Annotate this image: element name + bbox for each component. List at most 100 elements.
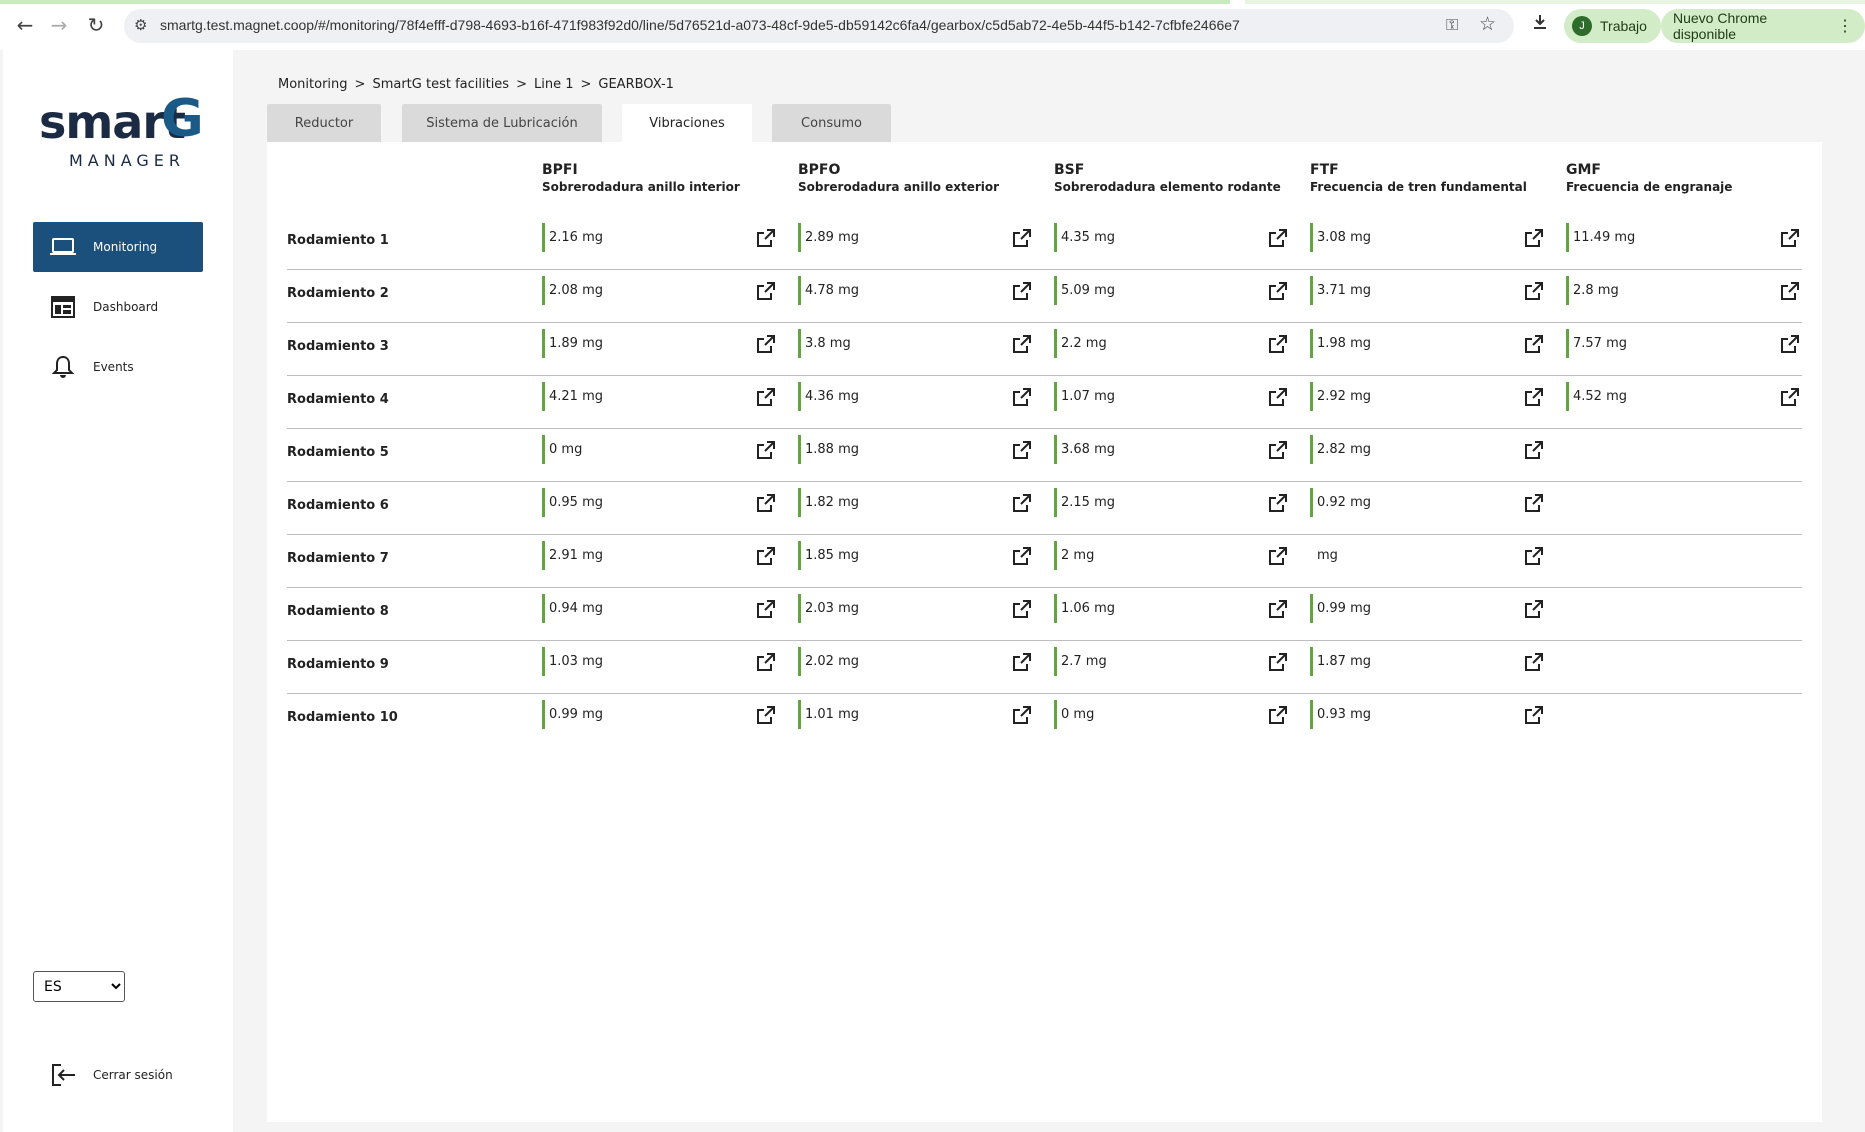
value-cell: 0.99 mg — [1310, 594, 1545, 624]
value-cell: 0 mg — [1054, 700, 1289, 730]
open-external-icon[interactable] — [1012, 493, 1032, 513]
open-external-icon[interactable] — [1524, 387, 1544, 407]
open-external-icon[interactable] — [1012, 387, 1032, 407]
open-external-icon[interactable] — [1524, 228, 1544, 248]
site-settings-icon[interactable]: ⚙ — [134, 16, 147, 34]
open-external-icon[interactable] — [756, 334, 776, 354]
download-icon[interactable] — [1531, 13, 1549, 36]
open-external-icon[interactable] — [1268, 440, 1288, 460]
open-external-icon[interactable] — [756, 440, 776, 460]
open-external-icon[interactable] — [1268, 705, 1288, 725]
table-row: Rodamiento 8 0.94 mg 2.03 mg 1.06 mg 0.99 mg — [287, 588, 1802, 641]
url-text[interactable]: smartg.test.magnet.coop/#/monitoring/78f… — [160, 17, 1240, 33]
value-cell: 1.03 mg — [542, 647, 777, 677]
open-external-icon[interactable] — [1268, 493, 1288, 513]
open-external-icon[interactable] — [1268, 599, 1288, 619]
open-external-icon[interactable] — [1012, 546, 1032, 566]
open-external-icon[interactable] — [1268, 387, 1288, 407]
value-cell: 3.71 mg — [1310, 276, 1545, 306]
bookmark-star-icon[interactable]: ☆ — [1479, 13, 1496, 35]
status-bar — [1054, 700, 1057, 729]
open-external-icon[interactable] — [756, 546, 776, 566]
tab-sistema-lubricacion[interactable]: Sistema de Lubricación — [402, 104, 602, 142]
open-external-icon[interactable] — [1780, 228, 1800, 248]
open-external-icon[interactable] — [756, 387, 776, 407]
open-external-icon[interactable] — [1524, 599, 1544, 619]
measurement-value: 5.09 mg — [1061, 283, 1115, 298]
dashboard-icon — [33, 296, 93, 318]
page-load-progress — [0, 0, 1230, 4]
open-external-icon[interactable] — [1012, 705, 1032, 725]
sidebar-item-events[interactable]: Events — [33, 342, 203, 392]
value-cell: 0.94 mg — [542, 594, 777, 624]
open-external-icon[interactable] — [1268, 334, 1288, 354]
open-external-icon[interactable] — [756, 228, 776, 248]
measurement-value: 3.71 mg — [1317, 283, 1371, 298]
open-external-icon[interactable] — [1268, 652, 1288, 672]
status-bar — [1310, 435, 1313, 464]
open-external-icon[interactable] — [1524, 705, 1544, 725]
profile-button[interactable]: J Trabajo — [1564, 9, 1661, 43]
open-external-icon[interactable] — [1268, 281, 1288, 301]
open-external-icon[interactable] — [1012, 228, 1032, 248]
open-external-icon[interactable] — [1012, 599, 1032, 619]
open-external-icon[interactable] — [1780, 387, 1800, 407]
open-external-icon[interactable] — [1524, 334, 1544, 354]
open-external-icon[interactable] — [756, 599, 776, 619]
open-external-icon[interactable] — [1524, 546, 1544, 566]
measurement-value: 1.07 mg — [1061, 389, 1115, 404]
breadcrumb-facility[interactable]: SmartG test facilities — [372, 77, 509, 92]
measurement-value: 11.49 mg — [1573, 230, 1636, 245]
status-bar — [1054, 329, 1057, 358]
open-external-icon[interactable] — [1524, 652, 1544, 672]
table-row: Rodamiento 3 1.89 mg 3.8 mg 2.2 mg 1.98 mg 7.… — [287, 323, 1802, 376]
more-vert-icon[interactable]: ⋮ — [1837, 16, 1853, 36]
value-cell: 11.49 mg — [1566, 223, 1801, 253]
measurement-value: 2.08 mg — [549, 283, 603, 298]
value-cell: 1.01 mg — [798, 700, 1033, 730]
open-external-icon[interactable] — [1524, 493, 1544, 513]
chrome-update-button[interactable]: Nuevo Chrome disponible ⋮ — [1661, 9, 1865, 43]
sidebar-item-dashboard[interactable]: Dashboard — [33, 282, 203, 332]
password-key-icon[interactable]: ⚿ — [1446, 15, 1458, 35]
open-external-icon[interactable] — [756, 652, 776, 672]
value-cell: 0.92 mg — [1310, 488, 1545, 518]
status-bar — [1310, 541, 1313, 570]
open-external-icon[interactable] — [1012, 440, 1032, 460]
breadcrumb-monitoring[interactable]: Monitoring — [278, 77, 348, 92]
laptop-icon — [33, 237, 93, 257]
open-external-icon[interactable] — [1268, 546, 1288, 566]
open-external-icon[interactable] — [1524, 281, 1544, 301]
open-external-icon[interactable] — [756, 705, 776, 725]
open-external-icon[interactable] — [1268, 228, 1288, 248]
measurement-value: 0.95 mg — [549, 495, 603, 510]
open-external-icon[interactable] — [1524, 440, 1544, 460]
open-external-icon[interactable] — [756, 493, 776, 513]
open-external-icon[interactable] — [1012, 281, 1032, 301]
tab-vibraciones[interactable]: Vibraciones — [622, 104, 752, 142]
status-bar — [798, 382, 801, 411]
tab-reductor[interactable]: Reductor — [267, 104, 381, 142]
breadcrumb-line[interactable]: Line 1 — [534, 77, 574, 92]
value-cell: 1.07 mg — [1054, 382, 1289, 412]
forward-icon[interactable]: → — [46, 12, 72, 38]
language-select[interactable]: ES — [33, 971, 125, 1002]
open-external-icon[interactable] — [1012, 652, 1032, 672]
sidebar-item-monitoring[interactable]: Monitoring — [33, 222, 203, 272]
open-external-icon[interactable] — [1012, 334, 1032, 354]
value-cell: 2.15 mg — [1054, 488, 1289, 518]
tab-consumo[interactable]: Consumo — [772, 104, 891, 142]
open-external-icon[interactable] — [1780, 334, 1800, 354]
open-external-icon[interactable] — [756, 281, 776, 301]
logout-button[interactable]: Cerrar sesión — [33, 1055, 173, 1095]
value-cell: 4.35 mg — [1054, 223, 1289, 253]
column-header-gmf: GMF Frecuencia de engranaje — [1566, 162, 1732, 194]
breadcrumb-gearbox: GEARBOX-1 — [598, 77, 674, 92]
logo-sub: MANAGER — [69, 151, 186, 170]
reload-icon[interactable]: ↻ — [83, 12, 109, 38]
status-bar — [798, 435, 801, 464]
back-icon[interactable]: ← — [12, 12, 38, 38]
address-bar[interactable]: ⚙ smartg.test.magnet.coop/#/monitoring/7… — [124, 9, 1514, 43]
measurement-value: 2.15 mg — [1061, 495, 1115, 510]
open-external-icon[interactable] — [1780, 281, 1800, 301]
